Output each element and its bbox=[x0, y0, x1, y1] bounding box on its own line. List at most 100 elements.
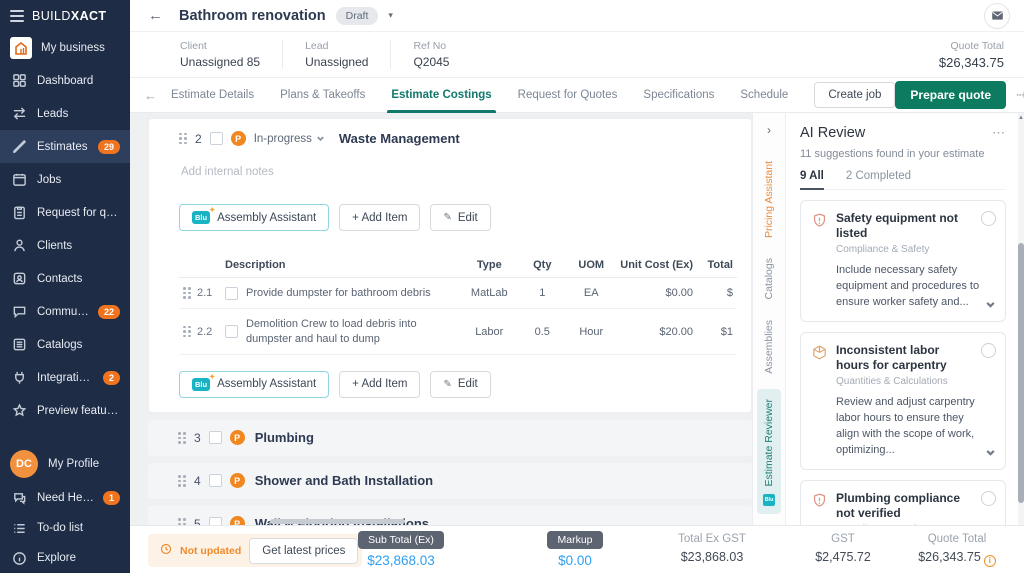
estimate-title: Bathroom renovation bbox=[179, 8, 326, 24]
sidebar-item-estimates[interactable]: Estimates 29 bbox=[0, 130, 130, 163]
section-plumbing[interactable]: 3 P Plumbing bbox=[148, 420, 752, 456]
edit-button[interactable]: ✎ Edit bbox=[430, 371, 490, 398]
suggestion-complete-radio[interactable] bbox=[981, 491, 996, 506]
tab-estimate-details[interactable]: Estimate Details bbox=[171, 78, 254, 113]
tab-pricing-assistant[interactable]: Pricing Assistant bbox=[763, 151, 775, 248]
estimate-tabs-bar: ← Estimate Details Plans & Takeoffs Esti… bbox=[130, 78, 1024, 113]
item-qty[interactable]: 1 bbox=[518, 278, 566, 309]
scrollbar-thumb[interactable] bbox=[1018, 243, 1024, 503]
section-checkbox[interactable] bbox=[209, 431, 222, 444]
internal-notes-input[interactable]: Add internal notes bbox=[181, 166, 737, 178]
add-item-button[interactable]: + Add Item bbox=[339, 371, 420, 398]
expand-chevron-icon[interactable] bbox=[985, 447, 996, 461]
sidebar-item-my-profile[interactable]: DC My Profile bbox=[0, 445, 130, 483]
table-row[interactable]: 2.1 Provide dumpster for bathroom debris… bbox=[179, 278, 737, 309]
drag-handle-icon[interactable] bbox=[178, 518, 186, 525]
suggestion-complete-radio[interactable] bbox=[981, 211, 996, 226]
item-uom[interactable]: Hour bbox=[566, 309, 616, 355]
add-item-button[interactable]: + Add Item bbox=[339, 204, 420, 231]
drag-handle-icon[interactable] bbox=[179, 133, 187, 145]
back-arrow-icon[interactable]: ← bbox=[148, 7, 163, 24]
sidebar-item-catalogs[interactable]: Catalogs bbox=[0, 328, 130, 361]
assembly-assistant-button[interactable]: Blu Assembly Assistant bbox=[179, 204, 329, 231]
tab-schedule[interactable]: Schedule bbox=[740, 78, 788, 113]
sidebar-item-integrations[interactable]: Integrations 2 bbox=[0, 361, 130, 394]
suggestion-card[interactable]: Plumbing compliance not verified Complia… bbox=[800, 480, 1006, 525]
sidebar-item-jobs[interactable]: Jobs bbox=[0, 163, 130, 196]
suggestion-card[interactable]: Safety equipment not listed Compliance &… bbox=[800, 200, 1006, 322]
tab-plans-takeoffs[interactable]: Plans & Takeoffs bbox=[280, 78, 365, 113]
table-row[interactable]: 2.2 Demolition Crew to load debris into … bbox=[179, 309, 737, 355]
client-value[interactable]: Unassigned 85 bbox=[180, 55, 260, 69]
help-icon bbox=[10, 489, 28, 507]
tab-request-for-quotes[interactable]: Request for Quotes bbox=[518, 78, 618, 113]
tab-assemblies[interactable]: Assemblies bbox=[763, 310, 775, 384]
section-actions-bottom: Blu Assembly Assistant + Add Item ✎ Edit bbox=[179, 371, 737, 398]
drag-handle-icon[interactable] bbox=[178, 475, 186, 487]
status-dropdown[interactable]: In-progress bbox=[254, 133, 325, 145]
sidebar-item-todo-list[interactable]: To-do list bbox=[0, 513, 130, 543]
item-description[interactable]: Provide dumpster for bathroom debris bbox=[246, 286, 431, 300]
lead-value[interactable]: Unassigned bbox=[305, 55, 368, 69]
chevron-down-icon bbox=[316, 134, 325, 143]
sidebar-item-my-business[interactable]: My business bbox=[0, 31, 130, 64]
prepare-quote-button[interactable]: Prepare quote bbox=[895, 81, 1006, 109]
sidebar-item-clients[interactable]: Clients bbox=[0, 229, 130, 262]
subtotal-value[interactable]: $23,868.03 bbox=[341, 553, 461, 568]
tab-estimate-costings[interactable]: Estimate Costings bbox=[391, 78, 491, 113]
title-caret-icon[interactable]: ▾ bbox=[388, 10, 393, 21]
edit-button[interactable]: ✎ Edit bbox=[430, 204, 490, 231]
suggestion-card[interactable]: Inconsistent labor hours for carpentry Q… bbox=[800, 332, 1006, 470]
panel-collapse-icon[interactable]: › bbox=[767, 123, 771, 137]
scroll-up-icon[interactable]: ▲ bbox=[1018, 115, 1024, 121]
tab-catalogs[interactable]: Catalogs bbox=[763, 248, 775, 309]
expand-chevron-icon[interactable] bbox=[985, 299, 996, 313]
row-checkbox[interactable] bbox=[225, 325, 238, 338]
sidebar-item-communications[interactable]: Communica... 22 bbox=[0, 295, 130, 328]
section-title: Waste Management bbox=[339, 131, 460, 146]
tab-estimate-reviewer[interactable]: Estimate Reviewer Blu bbox=[757, 389, 781, 514]
status-p-icon: P bbox=[230, 473, 245, 488]
sidebar-item-leads[interactable]: Leads bbox=[0, 97, 130, 130]
quote-total-value: $26,343.75i bbox=[893, 550, 1021, 567]
sidebar-item-dashboard[interactable]: Dashboard bbox=[0, 64, 130, 97]
markup-value[interactable]: $0.00 bbox=[520, 553, 630, 568]
sidebar-item-request-for-quotes[interactable]: Request for quotes bbox=[0, 196, 130, 229]
todo-icon bbox=[10, 519, 28, 537]
section-wall-flooring[interactable]: 5 P Wall & Flooring Installations bbox=[148, 506, 752, 525]
create-job-button[interactable]: Create job bbox=[814, 82, 895, 108]
section-checkbox[interactable] bbox=[209, 474, 222, 487]
item-unit-cost[interactable]: $20.00 bbox=[616, 309, 697, 355]
item-description[interactable]: Demolition Crew to load debris into dump… bbox=[246, 317, 456, 346]
info-icon[interactable]: i bbox=[984, 555, 996, 567]
section-checkbox[interactable] bbox=[210, 132, 223, 145]
drag-handle-icon[interactable] bbox=[183, 326, 191, 338]
hamburger-menu-icon[interactable] bbox=[10, 10, 24, 22]
drag-handle-icon[interactable] bbox=[178, 432, 186, 444]
tab-completed-suggestions[interactable]: 2 Completed bbox=[846, 170, 911, 189]
section-checkbox[interactable] bbox=[209, 517, 222, 525]
forward-arrow-icon[interactable]: ⇢ bbox=[1016, 87, 1024, 103]
item-unit-cost[interactable]: $0.00 bbox=[616, 278, 697, 309]
assembly-assistant-button[interactable]: Blu Assembly Assistant bbox=[179, 371, 329, 398]
vertical-scrollbar[interactable]: ▲ bbox=[1018, 113, 1024, 525]
tab-all-suggestions[interactable]: 9 All bbox=[800, 170, 824, 189]
sidebar-item-preview-features[interactable]: Preview features bbox=[0, 394, 130, 427]
drag-handle-icon[interactable] bbox=[183, 287, 191, 299]
mail-button[interactable] bbox=[984, 3, 1010, 29]
section-actions-top: Blu Assembly Assistant + Add Item ✎ Edit bbox=[179, 204, 737, 231]
sidebar-item-contacts[interactable]: Contacts bbox=[0, 262, 130, 295]
overflow-menu-icon[interactable]: ⋯ bbox=[992, 125, 1006, 141]
communications-count-badge: 22 bbox=[98, 305, 120, 319]
row-checkbox[interactable] bbox=[225, 287, 238, 300]
item-qty[interactable]: 0.5 bbox=[518, 309, 566, 355]
col-description: Description bbox=[221, 253, 460, 278]
sidebar-item-explore[interactable]: Explore bbox=[0, 543, 130, 573]
tabs-back-arrow-icon[interactable]: ← bbox=[144, 88, 157, 103]
section-shower-bath[interactable]: 4 P Shower and Bath Installation bbox=[148, 463, 752, 499]
item-uom[interactable]: EA bbox=[566, 278, 616, 309]
suggestion-complete-radio[interactable] bbox=[981, 343, 996, 358]
sidebar-item-need-help[interactable]: Need Help? 1 bbox=[0, 483, 130, 513]
horizontal-scrollbar[interactable] bbox=[376, 519, 390, 524]
tab-specifications[interactable]: Specifications bbox=[643, 78, 714, 113]
